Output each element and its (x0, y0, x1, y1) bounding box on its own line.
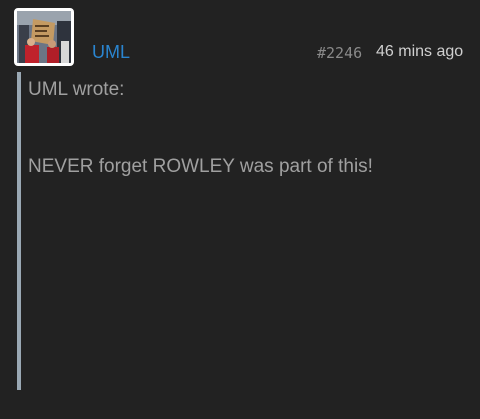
quote-bar (17, 72, 21, 390)
post-number-link[interactable]: #2246 (317, 44, 362, 62)
quote-text: NEVER forget ROWLEY was part of this! (28, 156, 373, 177)
avatar-image (17, 11, 71, 63)
user-avatar[interactable] (14, 8, 74, 66)
post-timestamp[interactable]: 46 mins ago (376, 43, 463, 61)
username-link[interactable]: UML (92, 42, 130, 63)
forum-post: UML #2246 46 mins ago UML wrote: NEVER f… (0, 0, 480, 419)
quote-author-line: UML wrote: (28, 79, 125, 100)
